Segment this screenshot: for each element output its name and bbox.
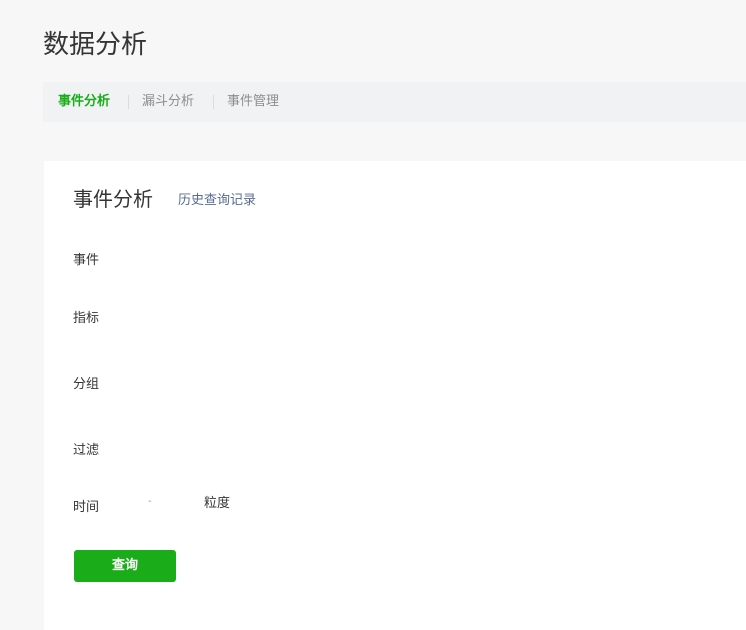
analysis-tab-bar: 事件分析 漏斗分析 事件管理 <box>43 82 746 122</box>
filter-label: 过滤 <box>73 443 100 458</box>
tab-event-analysis[interactable]: 事件分析 <box>58 82 110 122</box>
tab-divider <box>128 95 129 109</box>
tab-funnel-analysis[interactable]: 漏斗分析 <box>142 82 194 122</box>
panel-title: 事件分析 <box>73 187 153 211</box>
metric-label: 指标 <box>73 311 100 326</box>
granularity-label: 粒度 <box>204 496 231 511</box>
event-analysis-panel: 事件分析 历史查询记录 事件 指标 分组 过滤 时间 - 粒度 查询 <box>44 161 746 630</box>
query-button[interactable]: 查询 <box>74 550 176 582</box>
date-range-separator: - <box>148 496 152 507</box>
tab-divider <box>213 95 214 109</box>
page-title: 数据分析 <box>43 30 148 60</box>
history-query-link[interactable]: 历史查询记录 <box>178 191 256 211</box>
tab-event-management[interactable]: 事件管理 <box>227 82 279 122</box>
group-label: 分组 <box>73 377 100 392</box>
event-label: 事件 <box>73 253 100 268</box>
time-label: 时间 <box>73 500 100 515</box>
